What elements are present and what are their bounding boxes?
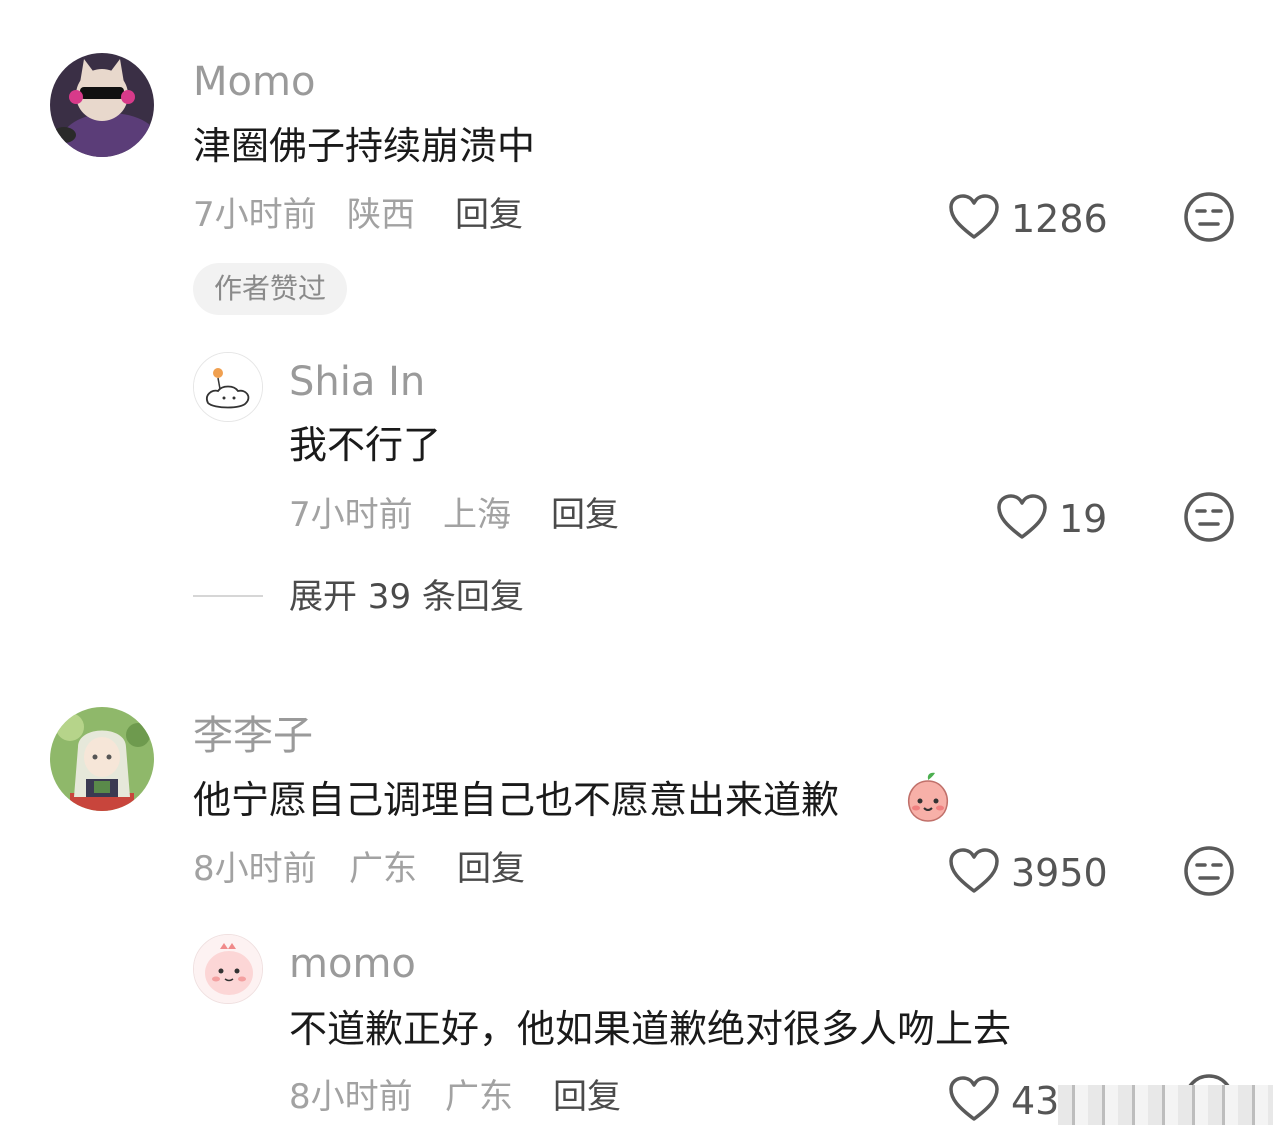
comment-text: 津圈佛子持续崩溃中 [193, 124, 536, 168]
expand-replies-button[interactable]: 展开 39 条回复 [289, 580, 524, 614]
neutral-face-icon [1184, 192, 1234, 242]
avatar[interactable] [193, 934, 263, 1004]
like-button[interactable] [948, 1075, 1000, 1123]
avatar[interactable] [193, 352, 263, 422]
heart-icon [949, 1076, 999, 1121]
peach-face-emoji-icon [903, 771, 953, 827]
expand-divider [193, 595, 263, 597]
like-button[interactable] [948, 193, 1000, 241]
reply-button[interactable]: 回复 [553, 1080, 621, 1114]
avatar[interactable] [50, 707, 154, 811]
anime-girl-avatar-icon [50, 707, 154, 811]
comment-text: 不道歉正好，他如果道歉绝对很多人吻上去 [289, 1007, 1012, 1051]
comment-location: 陕西 [347, 195, 415, 235]
neutral-face-icon [1184, 492, 1234, 542]
reply-button[interactable]: 回复 [455, 198, 523, 232]
dislike-button[interactable] [1183, 845, 1235, 897]
username[interactable]: Shia In [289, 362, 425, 402]
comment-time: 7小时前 [289, 495, 413, 535]
reply-button[interactable]: 回复 [457, 852, 525, 886]
like-count: 43 [1011, 1079, 1060, 1123]
username[interactable]: Momo [193, 62, 315, 102]
heart-icon [949, 848, 999, 893]
comment-time: 8小时前 [289, 1077, 413, 1117]
comment-text: 我不行了 [289, 423, 442, 467]
dislike-button[interactable] [1183, 191, 1235, 243]
like-button[interactable] [948, 847, 1000, 895]
avatar[interactable] [50, 53, 154, 157]
heart-icon [997, 494, 1047, 539]
comment-location: 上海 [443, 495, 511, 535]
cloud-sketch-avatar-icon [194, 353, 262, 421]
comment-time: 8小时前 [193, 849, 317, 889]
like-count: 1286 [1011, 197, 1108, 241]
reply-button[interactable]: 回复 [551, 498, 619, 532]
author-liked-badge: 作者赞过 [193, 263, 347, 315]
username[interactable]: 李李子 [193, 716, 313, 756]
heart-icon [949, 194, 999, 239]
like-count: 19 [1059, 497, 1108, 541]
username[interactable]: momo [289, 944, 416, 984]
pink-dino-avatar-icon [194, 935, 262, 1003]
comment-time: 7小时前 [193, 195, 317, 235]
like-count: 3950 [1011, 851, 1108, 895]
watermark [1058, 1085, 1273, 1125]
comment-text: 他宁愿自己调理自己也不愿意出来道歉 [193, 778, 840, 822]
comment-location: 广东 [349, 849, 417, 889]
dislike-button[interactable] [1183, 491, 1235, 543]
comment-location: 广东 [445, 1077, 513, 1117]
cat-sunglasses-avatar-icon [50, 53, 154, 157]
like-button[interactable] [996, 493, 1048, 541]
neutral-face-icon [1184, 846, 1234, 896]
